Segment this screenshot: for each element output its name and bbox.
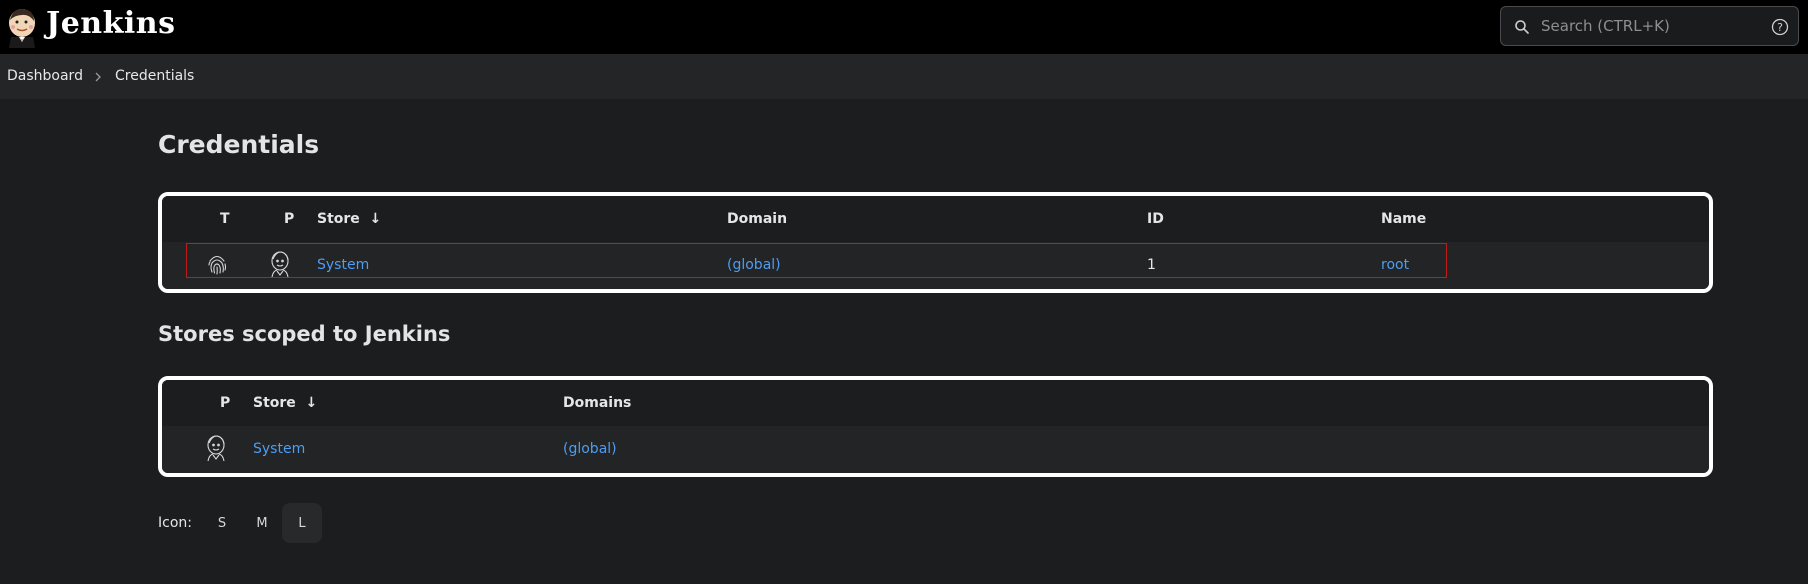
column-header-provider: P (284, 211, 295, 227)
column-header-store[interactable]: Store ↓ (317, 211, 381, 227)
column-header-provider: P (220, 395, 231, 411)
table-row: System (global) 1 root (162, 242, 1709, 289)
credential-id: 1 (1147, 257, 1156, 273)
store-link[interactable]: System (317, 257, 369, 273)
credentials-table: T P Store ↓ Domain ID Name System (globa… (158, 192, 1713, 293)
stores-table: P Store ↓ Domains System (global) (158, 376, 1713, 477)
search-input[interactable] (1541, 7, 1761, 45)
icon-size-label: Icon: (158, 515, 192, 531)
domain-link[interactable]: (global) (563, 441, 617, 457)
icon-size-large[interactable]: L (281, 503, 322, 543)
breadcrumb-item-dashboard[interactable]: Dashboard (7, 68, 83, 84)
column-header-domain[interactable]: Domain (727, 211, 787, 227)
breadcrumb-item-credentials[interactable]: Credentials (115, 68, 194, 84)
page-title: Credentials (158, 130, 320, 159)
table-header: T P Store ↓ Domain ID Name (162, 196, 1709, 242)
stores-section-title: Stores scoped to Jenkins (158, 322, 451, 346)
jenkins-head-icon (271, 251, 289, 278)
search-box[interactable]: ? (1500, 6, 1799, 46)
jenkins-head-icon (207, 435, 225, 462)
store-link[interactable]: System (253, 441, 305, 457)
column-header-name[interactable]: Name (1381, 211, 1426, 227)
search-icon (1515, 20, 1529, 34)
credential-name-link[interactable]: root (1381, 257, 1409, 273)
svg-text:?: ? (1777, 21, 1783, 34)
icon-size-small[interactable]: S (202, 503, 242, 543)
chevron-right-icon (95, 72, 101, 82)
jenkins-logo-icon[interactable] (5, 6, 39, 48)
help-icon[interactable]: ? (1771, 18, 1789, 36)
fingerprint-icon (208, 255, 227, 275)
breadcrumb: Dashboard Credentials (0, 54, 1808, 99)
icon-size-selector: Icon: S M L (158, 503, 322, 543)
column-header-id[interactable]: ID (1147, 211, 1164, 227)
table-header: P Store ↓ Domains (162, 380, 1709, 426)
column-header-store[interactable]: Store ↓ (253, 395, 317, 411)
top-header: Jenkins ? (0, 0, 1808, 54)
column-header-domains[interactable]: Domains (563, 395, 631, 411)
column-header-type: T (220, 211, 230, 227)
icon-size-medium[interactable]: M (242, 503, 282, 543)
table-row: System (global) (162, 426, 1709, 473)
domain-link[interactable]: (global) (727, 257, 781, 273)
brand-name[interactable]: Jenkins (46, 6, 175, 41)
